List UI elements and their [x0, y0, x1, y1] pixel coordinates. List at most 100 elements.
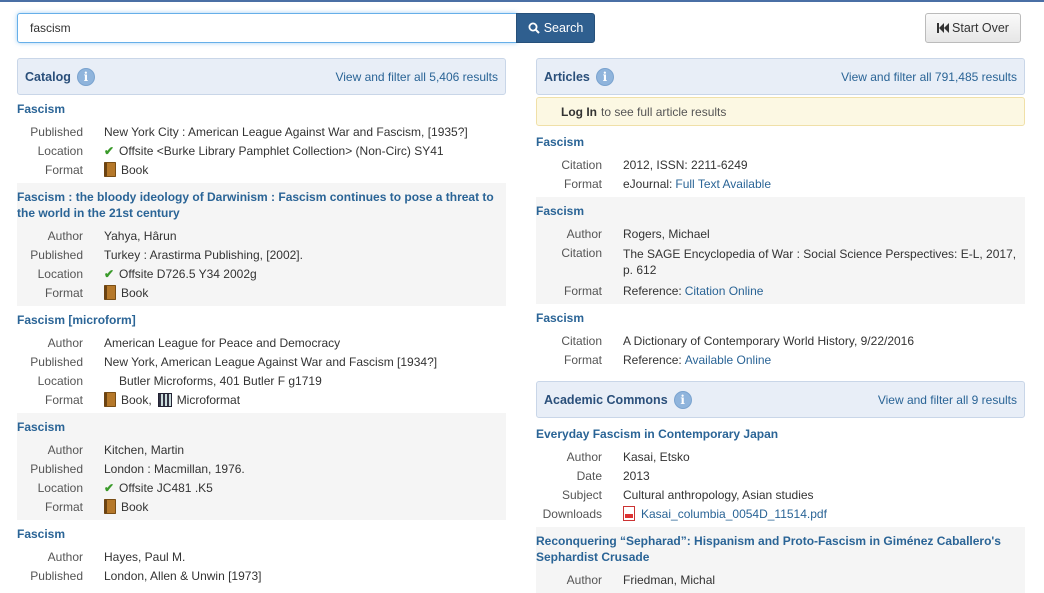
citation-online-link[interactable]: Citation Online	[685, 284, 764, 298]
book-icon	[104, 499, 116, 514]
catalog-panel: Catalog i View and filter all 5,406 resu…	[17, 58, 506, 589]
articles-view-all-link[interactable]: View and filter all 791,485 results	[841, 70, 1017, 84]
format-value: Book,	[121, 392, 152, 407]
field-label: Author	[47, 442, 83, 457]
list-item: Everyday Fascism in Contemporary Japan A…	[536, 418, 1025, 527]
result-title-link[interactable]: Reconquering “Sepharad”: Hispanism and P…	[536, 533, 1025, 565]
field-label: Format	[44, 499, 83, 514]
list-item: Fascism Author Rogers, Michael Citation Th…	[536, 197, 1025, 304]
full-text-link[interactable]: Full Text Available	[675, 177, 771, 191]
catalog-header: Catalog i View and filter all 5,406 resu…	[17, 58, 506, 95]
articles-title-text: Articles	[544, 69, 590, 84]
author-value: Rogers, Michael	[623, 226, 710, 241]
start-over-label: Start Over	[952, 21, 1009, 35]
author-value: Hayes, Paul M.	[104, 549, 186, 564]
search-input[interactable]	[17, 13, 517, 43]
subject-value: Cultural anthropology, Asian studies	[623, 487, 814, 502]
result-title-link[interactable]: Fascism	[17, 419, 506, 435]
field-label: Author	[566, 226, 602, 241]
backward-icon	[937, 23, 950, 33]
academic-commons-view-all-link[interactable]: View and filter all 9 results	[878, 393, 1017, 407]
author-value: Friedman, Michal	[623, 572, 716, 587]
field-label: Author	[566, 572, 602, 587]
citation-value: A Dictionary of Contemporary World Histo…	[623, 333, 915, 348]
field-label: Citation	[561, 157, 602, 172]
field-label: Format	[44, 285, 83, 300]
info-icon[interactable]: i	[673, 390, 692, 409]
academic-commons-title: Academic Commons i	[544, 390, 692, 409]
field-label: Published	[30, 124, 83, 139]
available-online-link[interactable]: Available Online	[685, 353, 772, 367]
field-label: Format	[563, 176, 602, 191]
author-value: Yahya, Hârun	[104, 228, 177, 243]
author-value: American League for Peace and Democracy	[104, 335, 341, 350]
location-value: Offsite D726.5 Y34 2002g	[119, 266, 257, 281]
academic-commons-header: Academic Commons i View and filter all 9…	[536, 381, 1025, 418]
location-value: Butler Microforms, 401 Butler F g1719	[119, 373, 322, 388]
list-item: Fascism : the bloody ideology of Darwini…	[17, 183, 506, 306]
author-value: Kasai, Etsko	[623, 449, 690, 464]
published-value: London, Allen & Unwin [1973]	[104, 568, 262, 583]
field-label: Author	[566, 449, 602, 464]
field-label: Location	[37, 480, 83, 495]
info-icon[interactable]: i	[76, 67, 95, 86]
result-title-link[interactable]: Fascism : the bloody ideology of Darwini…	[17, 189, 506, 221]
result-title-link[interactable]: Fascism	[17, 101, 506, 117]
field-label: Published	[30, 461, 83, 476]
result-title-link[interactable]: Fascism	[536, 310, 1025, 326]
book-icon	[104, 162, 116, 177]
download-link[interactable]: Kasai_columbia_0054D_11514.pdf	[641, 507, 827, 521]
articles-panel: Articles i View and filter all 791,485 r…	[536, 58, 1025, 593]
start-over-button[interactable]: Start Over	[925, 13, 1021, 43]
result-title-link[interactable]: Fascism	[17, 526, 506, 542]
check-icon: ✔	[104, 480, 115, 495]
result-title-link[interactable]: Fascism [microform]	[17, 312, 506, 328]
field-label: Citation	[561, 246, 602, 260]
info-icon[interactable]: i	[595, 67, 614, 86]
result-title-link[interactable]: Fascism	[536, 134, 1025, 150]
field-label: Downloads	[542, 506, 602, 521]
check-icon: ✔	[104, 143, 115, 158]
format-value: Book	[121, 285, 149, 300]
location-value: Offsite JC481 .K5	[119, 480, 213, 495]
field-label: Published	[30, 568, 83, 583]
field-label: Format	[563, 352, 602, 367]
published-value: New York, American League Against War an…	[104, 354, 438, 369]
book-icon	[104, 392, 116, 407]
citation-value: 2012, ISSN: 2211-6249	[623, 157, 748, 172]
search-button[interactable]: Search	[516, 13, 595, 43]
format-value: Reference:	[623, 283, 682, 298]
login-alert-text: to see full article results	[601, 104, 727, 119]
field-label: Format	[563, 283, 602, 298]
login-alert: Log In to see full article results	[536, 97, 1025, 126]
list-item: Reconquering “Sepharad”: Hispanism and P…	[536, 527, 1025, 593]
book-icon	[104, 285, 116, 300]
field-label: Published	[30, 354, 83, 369]
list-item: Fascism Author Kitchen, Martin Published L…	[17, 413, 506, 520]
field-label: Location	[37, 373, 83, 388]
check-icon: ✔	[104, 266, 115, 281]
format-value: eJournal:	[623, 176, 673, 191]
field-label: Published	[30, 247, 83, 262]
format-value: Microformat	[176, 392, 241, 407]
published-value: New York City : American League Against …	[104, 124, 468, 139]
articles-title: Articles i	[544, 67, 614, 86]
field-label: Location	[37, 143, 83, 158]
list-item: Fascism [microform] Author American Leagu…	[17, 306, 506, 413]
search-icon	[528, 22, 540, 34]
login-link[interactable]: Log In	[561, 105, 597, 119]
top-border	[0, 0, 1044, 2]
result-title-link[interactable]: Fascism	[536, 203, 1025, 219]
result-title-link[interactable]: Everyday Fascism in Contemporary Japan	[536, 426, 1025, 442]
list-item: Fascism Citation 2012, ISSN: 2211-6249 Fo…	[536, 126, 1025, 197]
field-label: Author	[47, 228, 83, 243]
field-label: Format	[44, 392, 83, 407]
format-value: Book	[121, 499, 149, 514]
published-value: London : Macmillan, 1976.	[104, 461, 245, 476]
articles-header: Articles i View and filter all 791,485 r…	[536, 58, 1025, 95]
field-label: Format	[44, 162, 83, 177]
list-item: Fascism Citation A Dictionary of Contempo…	[536, 304, 1025, 373]
catalog-view-all-link[interactable]: View and filter all 5,406 results	[335, 70, 498, 84]
date-value: 2013	[623, 468, 650, 483]
format-value: Reference:	[623, 352, 682, 367]
